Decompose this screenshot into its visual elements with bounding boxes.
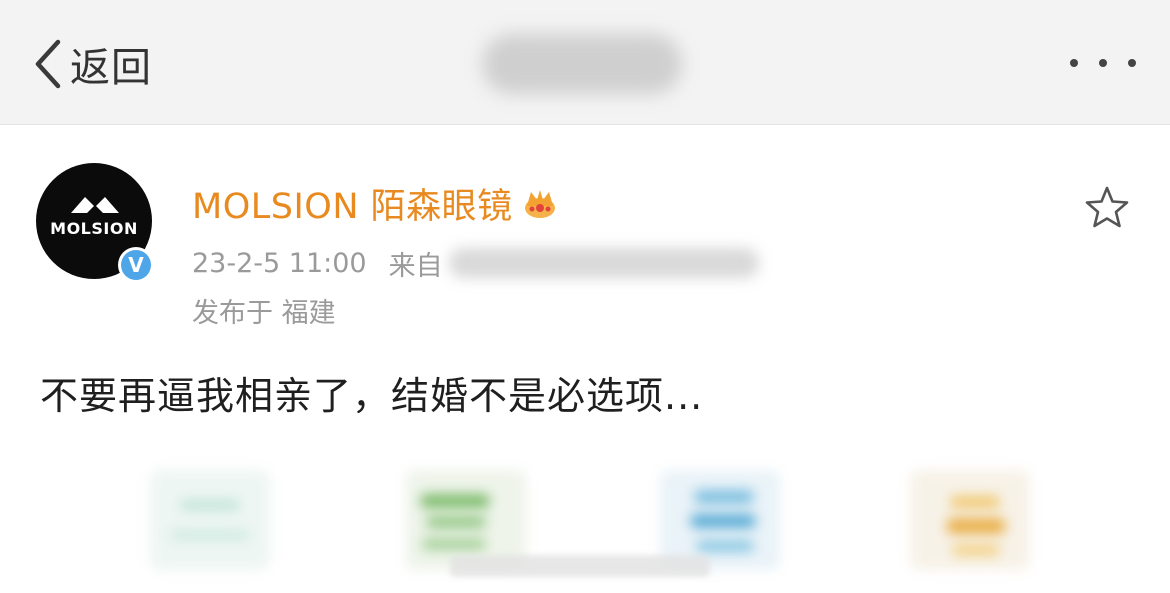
molsion-logo-icon <box>71 197 119 213</box>
post-meta: 23-2-5 11:00 来自 <box>192 245 759 282</box>
more-dots-icon <box>1070 59 1078 67</box>
crown-icon <box>524 190 555 218</box>
post-body-text: 不要再逼我相亲了，结婚不是必选项... <box>40 374 704 418</box>
author-name-link[interactable]: MOLSION 陌森眼镜 <box>192 178 513 229</box>
source-label: 来自 <box>388 250 443 282</box>
verified-badge: V <box>118 247 154 283</box>
avatar-logo-text: MOLSION <box>50 219 138 238</box>
chevron-left-icon <box>35 39 61 89</box>
verified-icon: V <box>121 250 151 280</box>
post-location: 发布于 福建 <box>192 298 336 329</box>
more-options-button[interactable] <box>1070 50 1136 76</box>
back-button[interactable]: 返回 <box>30 32 152 96</box>
blurred-overlay-bar <box>450 555 710 577</box>
post-timestamp: 23-2-5 11:00 <box>192 247 367 279</box>
page-title-blurred <box>482 34 682 94</box>
back-label: 返回 <box>70 45 152 91</box>
more-dots-icon <box>1099 59 1107 67</box>
post-image-thumbnail[interactable] <box>900 460 1040 580</box>
more-dots-icon <box>1128 59 1136 67</box>
post-image-thumbnail[interactable] <box>140 460 280 580</box>
post-card: MOLSION V MOLSION 陌森眼镜 23-2-5 11:00 来自 发… <box>0 125 1170 593</box>
top-navigation-bar: 返回 <box>0 0 1170 125</box>
star-icon[interactable] <box>1084 185 1130 229</box>
author-row: MOLSION 陌森眼镜 <box>192 181 559 227</box>
source-blurred <box>448 248 759 278</box>
